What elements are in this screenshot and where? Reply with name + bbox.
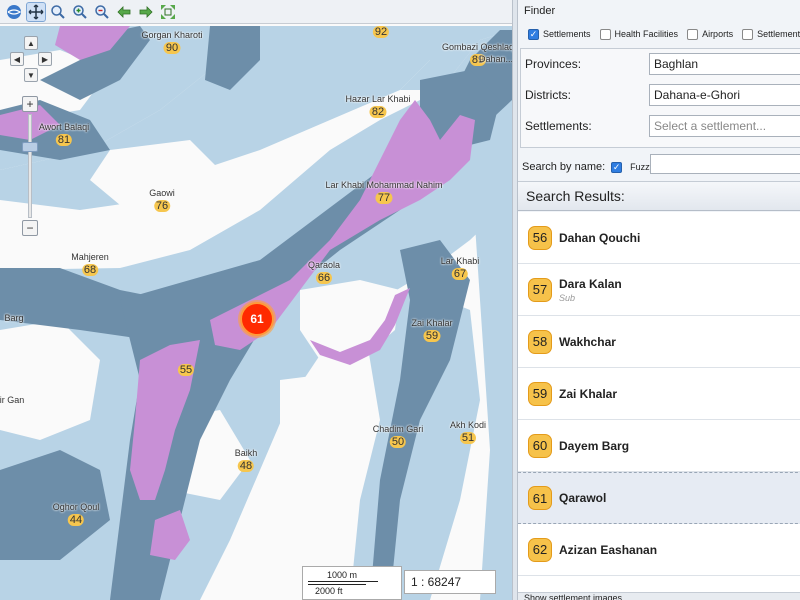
result-number-badge: 61 (528, 486, 552, 510)
fuzzy-checkbox[interactable]: ✓ (611, 161, 623, 173)
place-label[interactable]: Baikh 48 (235, 448, 257, 472)
results-list: 56 Dahan Qouchi 57 Dara Kalan Sub 58 Wakhcha… (518, 212, 800, 592)
layer-settlements-2[interactable]: Settlements (742, 28, 800, 40)
search-label: Search by name: (522, 161, 606, 173)
result-item-selected[interactable]: 61 Qarawol (518, 472, 800, 524)
pan-icon[interactable] (26, 1, 46, 22)
place-label[interactable]: Mahjeren 68 (71, 252, 109, 276)
scale-ratio: 1 : 68247 (404, 570, 496, 594)
result-number-badge: 58 (528, 329, 552, 354)
result-name: Zai Khalar (559, 386, 618, 401)
place-label[interactable]: Hazar Lar Khabi 82 (345, 94, 411, 118)
result-number-badge: 59 (528, 381, 552, 406)
place-label[interactable]: Gaowi 76 (149, 188, 175, 212)
selected-settlement-marker[interactable]: 61 (240, 302, 274, 336)
layer-filter-row: ✓ Settlements Health Facilities Airports … (528, 26, 800, 42)
pan-down-button[interactable]: ▼ (24, 68, 38, 82)
pan-control: ▲ ◀ ▶ ▼ (8, 36, 54, 84)
districts-label: Districts: (525, 88, 571, 102)
finder-panel: Finder ✓ Settlements Health Facilities Ai… (518, 0, 800, 600)
result-name: Dayem Barg (559, 438, 630, 453)
zoom-out-icon[interactable] (92, 2, 112, 22)
result-name: Dara Kalan (559, 276, 622, 291)
zoom-in-icon[interactable] (70, 2, 90, 22)
place-label[interactable]: Gorgan Kharoti 90 (141, 30, 203, 54)
scale-bar: 1000 m 2000 ft (302, 566, 402, 600)
layer-health-facilities[interactable]: Health Facilities (599, 28, 678, 40)
zoom-box-icon[interactable] (48, 2, 68, 22)
map-view[interactable]: ▲ ◀ ▶ ▼ + − Gorgan Kharoti 90 92 Gombazi … (0, 0, 512, 600)
full-extent-icon[interactable] (158, 2, 178, 22)
layer-airports[interactable]: Airports (687, 28, 733, 40)
zoom-out-button[interactable]: − (22, 220, 38, 236)
zoom-slider: + − (22, 96, 38, 236)
place-label[interactable]: Zai Khalar 59 (411, 318, 453, 342)
result-name: Dahan Qouchi (559, 230, 641, 245)
result-number-badge: 60 (528, 433, 552, 458)
result-name: Wakhchar (559, 334, 616, 349)
pan-up-button[interactable]: ▲ (24, 36, 38, 50)
zoom-thumb[interactable] (22, 142, 38, 152)
result-number-badge: 62 (528, 537, 552, 562)
result-subtitle: Sub (559, 292, 576, 303)
search-row: Search by name: ✓ Fuzzy (522, 158, 654, 176)
scale-imperial-line (308, 584, 366, 585)
place-label[interactable]: 55 (177, 362, 195, 376)
result-number-badge: 56 (528, 225, 552, 250)
result-item[interactable]: 58 Wakhchar (518, 316, 800, 368)
settlements-select[interactable]: Select a settlement... (649, 115, 800, 137)
place-label[interactable]: Chadim Gari 50 (373, 424, 423, 448)
place-label[interactable]: Barg (4, 313, 23, 323)
scale-imperial-label: 2000 ft (315, 586, 343, 596)
place-label[interactable]: Lar Khabi Mohammad Nahim 77 (325, 180, 443, 204)
finder-title: Finder (524, 5, 556, 17)
place-label[interactable]: 92 (372, 24, 390, 38)
place-label[interactable]: Oghor Qoul 44 (53, 502, 99, 526)
search-name-input[interactable] (650, 154, 800, 174)
place-label[interactable]: Akh Kodi 51 (450, 420, 486, 444)
place-label[interactable]: Qaraola 66 (308, 260, 340, 284)
zoom-track[interactable] (28, 114, 32, 218)
provinces-label: Provinces: (525, 57, 582, 71)
scale-metric-label: 1000 m (327, 570, 358, 580)
place-label[interactable]: Lar Khabi 67 (441, 256, 479, 280)
checkbox-icon[interactable] (599, 28, 611, 40)
provinces-select[interactable]: Baghlan (649, 53, 800, 75)
layer-settlements[interactable]: ✓ Settlements (528, 28, 591, 40)
pan-left-button[interactable]: ◀ (10, 52, 24, 66)
map-toolbar (0, 0, 512, 24)
forward-arrow-icon[interactable] (136, 2, 156, 22)
result-item[interactable]: 59 Zai Khalar (518, 368, 800, 420)
result-item[interactable]: 56 Dahan Qouchi (518, 212, 800, 264)
checkbox-icon[interactable]: ✓ (528, 28, 539, 40)
back-arrow-icon[interactable] (114, 2, 134, 22)
location-filter: Provinces: Baghlan Districts: Dahana-e-G… (520, 48, 800, 148)
zoom-in-button[interactable]: + (22, 96, 38, 112)
result-item[interactable]: 62 Azizan Eashanan (518, 524, 800, 576)
result-number-badge: 57 (528, 277, 552, 302)
checkbox-icon[interactable] (687, 28, 699, 40)
place-label[interactable]: Awort Balaqi 81 (39, 122, 89, 146)
result-name: Qarawol (559, 491, 607, 505)
scale-metric-line (308, 581, 378, 582)
place-label[interactable]: Dahan... (479, 54, 512, 64)
pan-right-button[interactable]: ▶ (38, 52, 52, 66)
results-header: Search Results: (518, 181, 800, 211)
result-item[interactable]: 57 Dara Kalan Sub (518, 264, 800, 316)
result-item[interactable]: 60 Dayem Barg (518, 420, 800, 472)
globe-icon[interactable] (4, 2, 24, 22)
place-label[interactable]: ir Gan (0, 395, 24, 405)
districts-select[interactable]: Dahana-e-Ghori (649, 84, 800, 106)
result-name: Azizan Eashanan (559, 542, 658, 557)
settlements-label: Settlements: (525, 119, 592, 133)
checkbox-icon[interactable] (742, 28, 754, 40)
show-images-option[interactable]: Show settlement images (518, 592, 800, 600)
